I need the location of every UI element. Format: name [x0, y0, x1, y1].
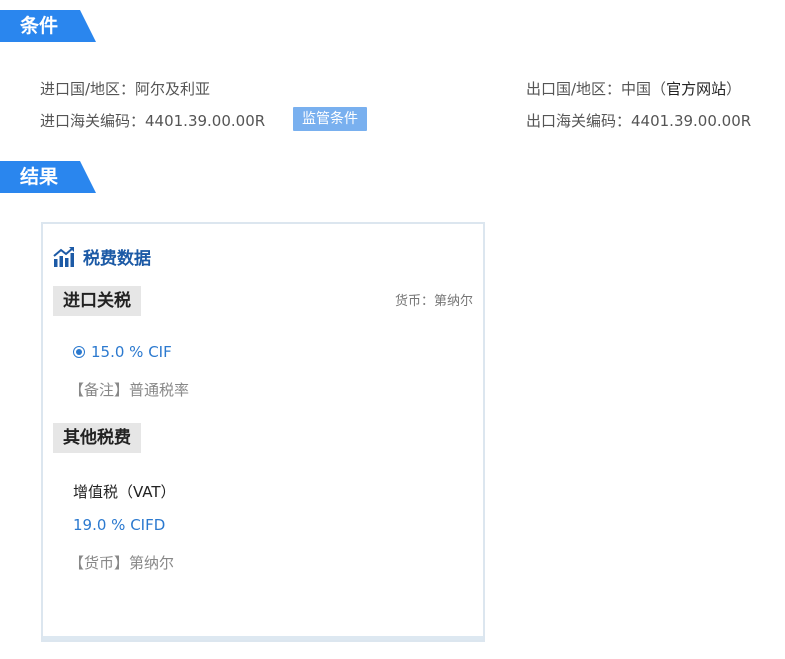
card-bottom-border: [43, 636, 483, 640]
vat-name: 增值税（VAT）: [73, 483, 176, 501]
import-customs-code: 进口海关编码：4401.39.00.00R: [40, 112, 266, 130]
supervision-conditions-button[interactable]: 监管条件: [293, 107, 367, 131]
card-title: 税费数据: [53, 244, 151, 269]
vat-rate: 19.0 % CIFD: [73, 516, 166, 534]
export-country-prefix: 出口国/地区：中国（: [526, 80, 667, 98]
chart-growth-icon: [53, 246, 74, 267]
export-customs-code: 出口海关编码：4401.39.00.00R: [526, 112, 752, 130]
vat-currency: 【货币】第纳尔: [69, 554, 175, 572]
export-country: 出口国/地区：中国（官方网站）: [526, 78, 741, 99]
other-taxes-header: 其他税费: [53, 423, 141, 453]
import-duty-currency: 货币：第纳尔: [394, 294, 473, 309]
official-website-link[interactable]: 官方网站: [666, 80, 726, 98]
radio-icon[interactable]: [73, 346, 85, 358]
import-duty-rate-option[interactable]: 15.0 % CIF: [73, 343, 172, 361]
results-section-tag: 结果: [0, 161, 96, 193]
card-title-text: 税费数据: [83, 249, 151, 269]
export-country-suffix: ）: [726, 80, 742, 98]
import-duty-note: 【备注】普通税率: [69, 381, 190, 399]
conditions-section-tag: 条件: [0, 10, 96, 42]
import-country: 进口国/地区：阿尔及利亚: [40, 80, 211, 98]
import-duty-header: 进口关税: [53, 286, 141, 316]
import-duty-rate: 15.0 % CIF: [91, 343, 172, 361]
tax-data-card: 税费数据 进口关税 货币：第纳尔 15.0 % CIF 【备注】普通税率 其他税…: [41, 222, 485, 642]
